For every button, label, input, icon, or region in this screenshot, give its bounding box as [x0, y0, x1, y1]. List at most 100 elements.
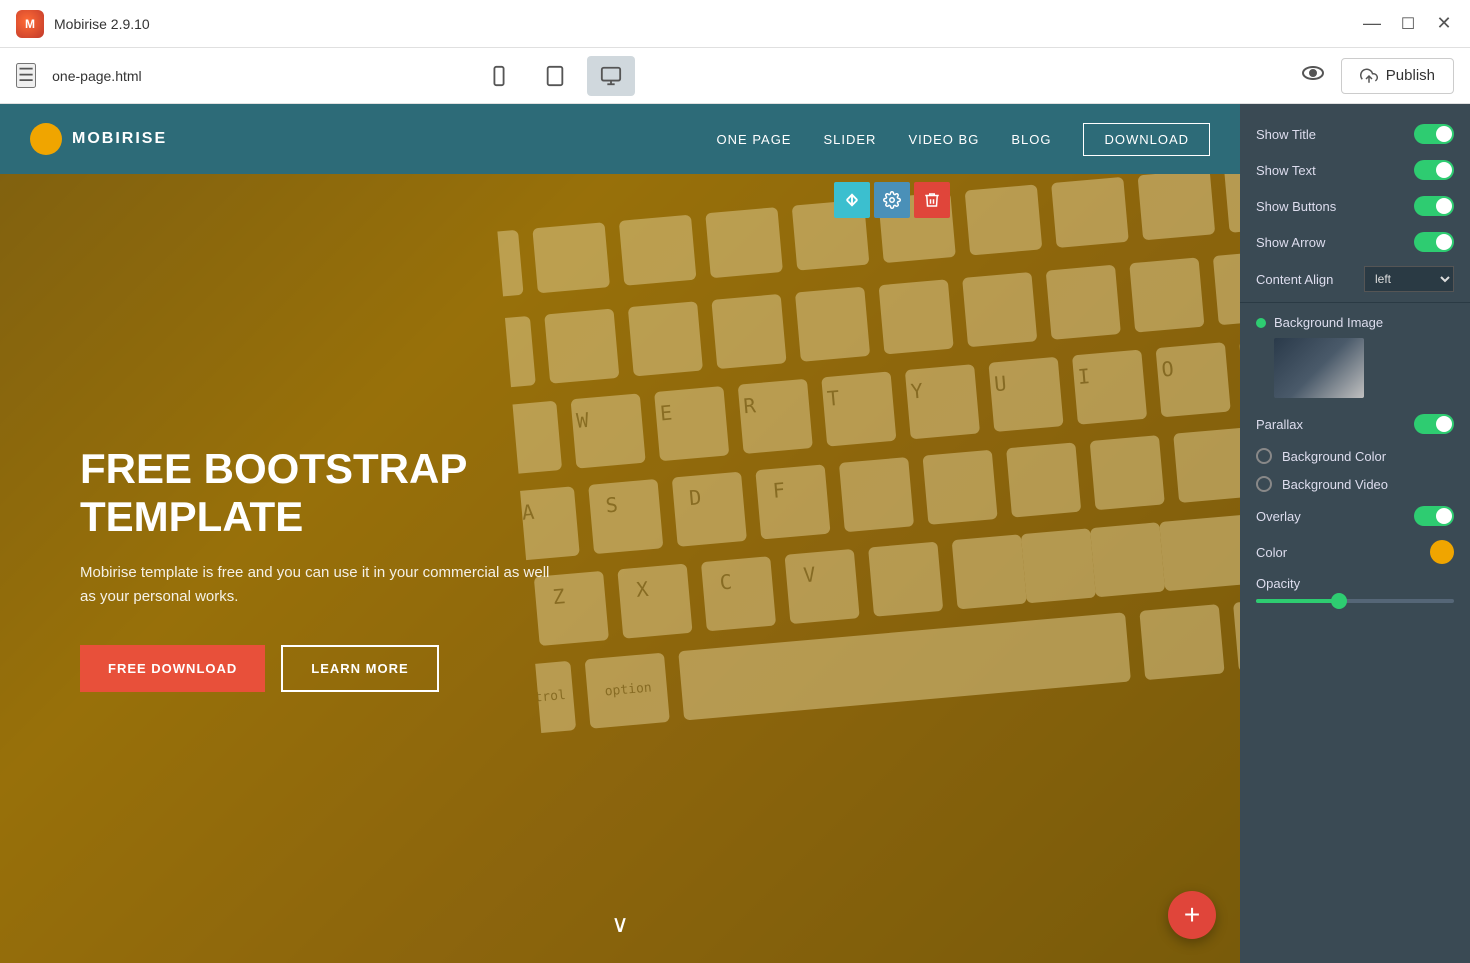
parallax-label: Parallax: [1256, 417, 1404, 432]
show-text-row: Show Text: [1240, 152, 1470, 188]
hero-subtitle: Mobirise template is free and you can us…: [80, 561, 550, 609]
opacity-label: Opacity: [1256, 576, 1454, 591]
desktop-view-button[interactable]: [587, 56, 635, 96]
publish-button[interactable]: Publish: [1341, 58, 1454, 94]
hero-buttons: FREE DOWNLOAD LEARN MORE: [80, 645, 550, 692]
hero-title: FREE BOOTSTRAP TEMPLATE: [80, 445, 550, 542]
right-controls: Publish: [1301, 58, 1454, 94]
app-title: Mobirise 2.9.10: [54, 16, 150, 32]
svg-text:X: X: [635, 577, 649, 602]
minimize-button[interactable]: —: [1362, 14, 1382, 34]
show-buttons-toggle[interactable]: [1414, 196, 1454, 216]
svg-text:C: C: [719, 570, 733, 595]
trash-icon: [923, 191, 941, 209]
color-swatch[interactable]: [1430, 540, 1454, 564]
show-title-label: Show Title: [1256, 127, 1404, 142]
move-section-button[interactable]: [834, 182, 870, 218]
settings-panel: Show Title Show Text Show Buttons Show A…: [1240, 104, 1470, 963]
nav-link-slider[interactable]: SLIDER: [823, 132, 876, 147]
svg-text:E: E: [659, 401, 673, 426]
svg-text:O: O: [1160, 357, 1174, 382]
menu-bar: ☰ one-page.html Publish: [0, 48, 1470, 104]
phone-icon: [488, 65, 510, 87]
learn-more-button[interactable]: LEARN MORE: [281, 645, 438, 692]
site-logo: MOBIRISE: [30, 123, 167, 155]
close-button[interactable]: ✕: [1434, 14, 1454, 34]
preview-area: MOBIRISE ONE PAGE SLIDER VIDEO BG BLOG D…: [0, 104, 1240, 963]
content-align-label: Content Align: [1256, 272, 1354, 287]
show-buttons-row: Show Buttons: [1240, 188, 1470, 224]
preview-button[interactable]: [1301, 61, 1325, 91]
filename-label: one-page.html: [52, 68, 142, 84]
publish-label: Publish: [1386, 67, 1435, 84]
show-arrow-label: Show Arrow: [1256, 235, 1404, 250]
svg-text:V: V: [802, 562, 816, 587]
tablet-view-button[interactable]: [531, 56, 579, 96]
background-video-row: Background Video: [1240, 470, 1470, 498]
bg-image-active-dot: [1256, 318, 1266, 328]
background-color-row: Background Color: [1240, 442, 1470, 470]
svg-text:I: I: [1077, 364, 1091, 389]
svg-text:F: F: [772, 478, 786, 503]
eye-icon: [1301, 61, 1325, 85]
window-controls: — ☐ ✕: [1362, 14, 1454, 34]
show-buttons-label: Show Buttons: [1256, 199, 1404, 214]
logo-circle: [30, 123, 62, 155]
bg-image-section: Background Image: [1240, 307, 1470, 406]
bg-image-thumbnail[interactable]: [1274, 338, 1364, 398]
background-color-label: Background Color: [1282, 449, 1386, 464]
overlay-label: Overlay: [1256, 509, 1404, 524]
scroll-arrow[interactable]: ∨: [611, 910, 629, 939]
show-title-toggle[interactable]: [1414, 124, 1454, 144]
svg-text:Y: Y: [910, 379, 924, 404]
overlay-row: Overlay: [1240, 498, 1470, 534]
keyboard-decoration: esc Q W E R T Y U I O A S D F Z: [494, 174, 1240, 963]
tablet-icon: [544, 65, 566, 87]
background-video-label: Background Video: [1282, 477, 1388, 492]
free-download-button[interactable]: FREE DOWNLOAD: [80, 645, 265, 692]
settings-section-button[interactable]: [874, 182, 910, 218]
site-logo-text: MOBIRISE: [72, 130, 167, 148]
move-icon: [843, 191, 861, 209]
app-logo: M: [16, 10, 44, 38]
maximize-button[interactable]: ☐: [1398, 14, 1418, 34]
svg-text:S: S: [605, 492, 619, 517]
parallax-toggle[interactable]: [1414, 414, 1454, 434]
opacity-row: Opacity: [1240, 570, 1470, 609]
hamburger-button[interactable]: ☰: [16, 63, 36, 88]
opacity-slider-thumb[interactable]: [1331, 593, 1347, 609]
background-color-radio[interactable]: [1256, 448, 1272, 464]
mobile-view-button[interactable]: [475, 56, 523, 96]
svg-text:D: D: [688, 485, 702, 510]
overlay-toggle[interactable]: [1414, 506, 1454, 526]
bg-image-label: Background Image: [1256, 315, 1454, 330]
delete-section-button[interactable]: [914, 182, 950, 218]
nav-link-video-bg[interactable]: VIDEO BG: [908, 132, 979, 147]
gear-icon: [883, 191, 901, 209]
opacity-slider-fill: [1256, 599, 1335, 603]
content-align-row: Content Align left center right: [1240, 260, 1470, 298]
show-title-row: Show Title: [1240, 116, 1470, 152]
site-nav-links: ONE PAGE SLIDER VIDEO BG BLOG DOWNLOAD: [717, 123, 1210, 156]
nav-download-button[interactable]: DOWNLOAD: [1083, 123, 1210, 156]
cloud-upload-icon: [1360, 67, 1378, 85]
svg-text:Z: Z: [552, 584, 566, 609]
show-arrow-row: Show Arrow: [1240, 224, 1470, 260]
show-text-label: Show Text: [1256, 163, 1404, 178]
nav-link-blog[interactable]: BLOG: [1011, 132, 1051, 147]
parallax-row: Parallax: [1240, 406, 1470, 442]
hero-section: esc Q W E R T Y U I O A S D F Z: [0, 174, 1240, 963]
section-action-buttons: [834, 182, 950, 218]
main-content: MOBIRISE ONE PAGE SLIDER VIDEO BG BLOG D…: [0, 104, 1470, 963]
background-video-radio[interactable]: [1256, 476, 1272, 492]
title-bar: M Mobirise 2.9.10 — ☐ ✕: [0, 0, 1470, 48]
svg-text:U: U: [993, 371, 1007, 396]
hero-content: FREE BOOTSTRAP TEMPLATE Mobirise templat…: [0, 445, 550, 693]
show-arrow-toggle[interactable]: [1414, 232, 1454, 252]
show-text-toggle[interactable]: [1414, 160, 1454, 180]
nav-link-one-page[interactable]: ONE PAGE: [717, 132, 792, 147]
add-section-button[interactable]: +: [1168, 891, 1216, 939]
content-align-select[interactable]: left center right: [1364, 266, 1454, 292]
desktop-icon: [600, 65, 622, 87]
svg-text:T: T: [826, 386, 840, 411]
